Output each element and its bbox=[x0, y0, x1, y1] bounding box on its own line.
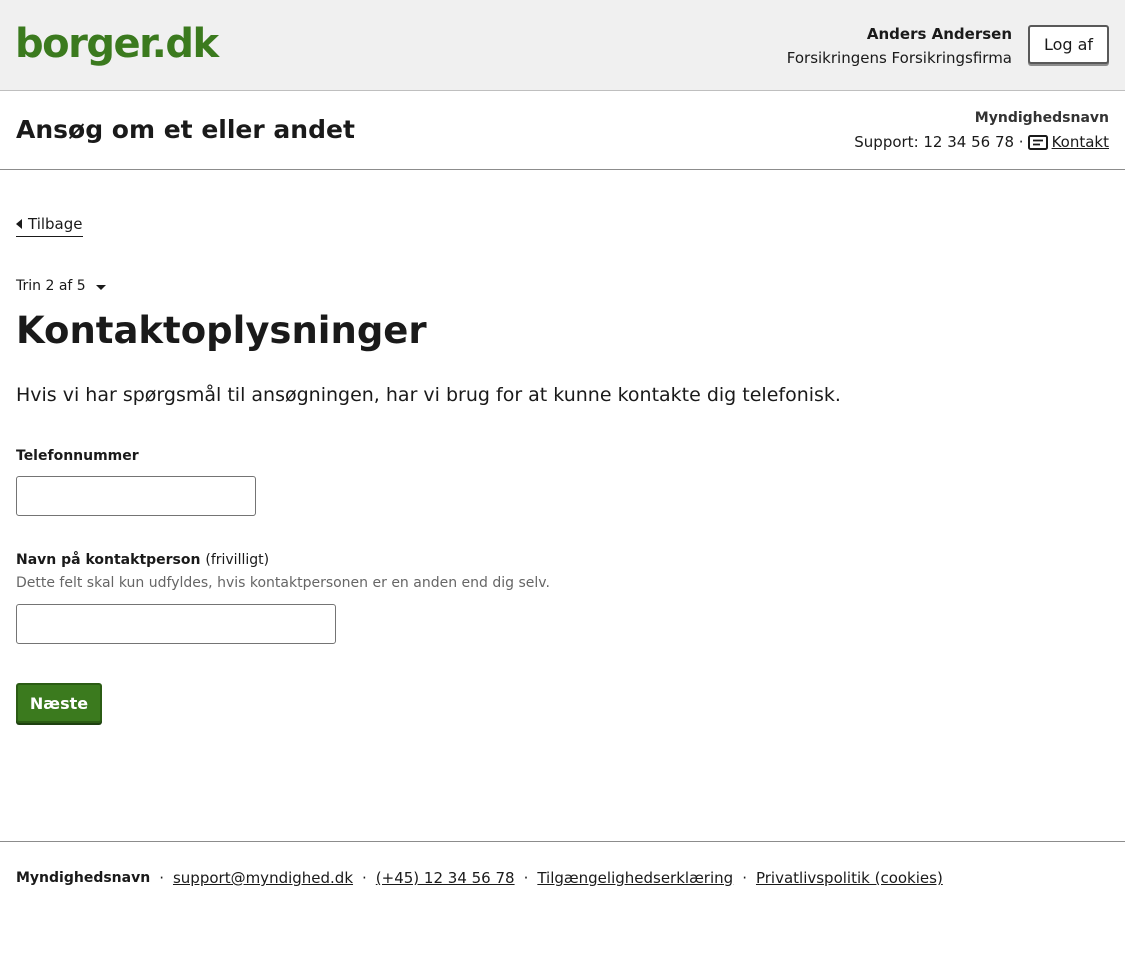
page-title: Kontaktoplysninger bbox=[16, 309, 427, 352]
borger-dk-logo[interactable]: borger.dk bbox=[15, 18, 219, 70]
step-label: Trin 2 af 5 bbox=[16, 278, 86, 294]
optional-tag: (frivilligt) bbox=[205, 552, 270, 568]
footer-privacy-link[interactable]: Privatlivspolitik (cookies) bbox=[756, 868, 943, 888]
service-header: Ansøg om et eller andet Myndighedsnavn S… bbox=[0, 91, 1125, 170]
contact-person-label-text: Navn på kontaktperson bbox=[16, 552, 201, 568]
footer-links: Myndighedsnavn · support@myndighed.dk · … bbox=[16, 868, 943, 888]
step-indicator[interactable]: Trin 2 af 5 bbox=[16, 276, 106, 296]
user-info: Anders Andersen Forsikringens Forsikring… bbox=[787, 24, 1012, 68]
intro-text: Hvis vi har spørgsmål til ansøgningen, h… bbox=[16, 384, 841, 406]
contact-person-input[interactable] bbox=[16, 604, 336, 644]
top-header: borger.dk Anders Andersen Forsikringens … bbox=[0, 0, 1125, 91]
logout-button[interactable]: Log af bbox=[1028, 25, 1109, 64]
user-name: Anders Andersen bbox=[866, 25, 1012, 43]
footer: Myndighedsnavn · support@myndighed.dk · … bbox=[0, 841, 1125, 962]
footer-phone-link[interactable]: (+45) 12 34 56 78 bbox=[376, 868, 515, 888]
main-content: Tilbage Trin 2 af 5 Kontaktoplysninger H… bbox=[0, 170, 1125, 841]
contact-link[interactable]: Kontakt bbox=[1052, 131, 1109, 153]
back-link-label: Tilbage bbox=[28, 215, 83, 233]
footer-separator: · bbox=[523, 869, 529, 887]
footer-email-link[interactable]: support@myndighed.dk bbox=[173, 868, 353, 888]
authority-name: Myndighedsnavn bbox=[974, 110, 1109, 126]
contact-person-label: Navn på kontaktperson (frivilligt) bbox=[16, 550, 269, 570]
contact-person-hint: Dette felt skal kun udfyldes, hvis konta… bbox=[16, 575, 550, 591]
caret-left-icon bbox=[16, 219, 22, 229]
service-title: Ansøg om et eller andet bbox=[16, 115, 355, 144]
next-button[interactable]: Næste bbox=[16, 683, 102, 723]
footer-accessibility-link[interactable]: Tilgængelighedserklæring bbox=[537, 868, 733, 888]
phone-input[interactable] bbox=[16, 476, 256, 516]
back-link[interactable]: Tilbage bbox=[16, 213, 83, 237]
support-phone: Support: 12 34 56 78 · bbox=[854, 133, 1024, 151]
contact-card-icon bbox=[1027, 134, 1048, 150]
user-organization: Forsikringens Forsikringsfirma bbox=[786, 49, 1012, 67]
footer-separator: · bbox=[159, 869, 164, 887]
footer-authority-name: Myndighedsnavn bbox=[16, 870, 151, 886]
footer-separator: · bbox=[362, 869, 367, 887]
support-line: Support: 12 34 56 78 · Kontakt bbox=[854, 131, 1109, 153]
caret-down-icon bbox=[95, 285, 106, 290]
phone-label: Telefonnummer bbox=[16, 448, 139, 464]
authority-info: Myndighedsnavn Support: 12 34 56 78 · Ko… bbox=[854, 108, 1109, 153]
footer-separator: · bbox=[742, 869, 747, 887]
